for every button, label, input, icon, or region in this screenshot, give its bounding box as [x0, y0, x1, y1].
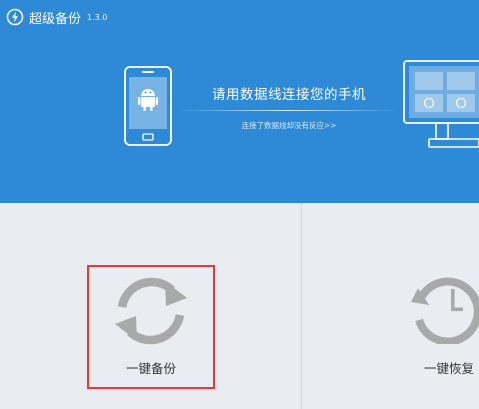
- app-version: 1.3.0: [87, 12, 108, 22]
- highlight-box: [87, 265, 215, 389]
- divider-line: [178, 110, 398, 111]
- clock-icon: [411, 277, 479, 344]
- header-banner: 超级备份 1.3.0 请用数据线连接您的手机 连接了数据线却没有反应>>: [0, 0, 479, 203]
- monitor-icon: [403, 60, 479, 148]
- titlebar: 超级备份 1.3.0: [6, 7, 107, 27]
- app-name: 超级备份: [29, 11, 82, 27]
- android-phone-icon: [124, 66, 172, 146]
- power-icon: [6, 8, 24, 26]
- restore-label: 一键恢复: [424, 361, 475, 376]
- connection-help-link[interactable]: 连接了数据线却没有反应>>: [185, 120, 393, 131]
- connect-title: 请用数据线连接您的手机: [212, 87, 366, 103]
